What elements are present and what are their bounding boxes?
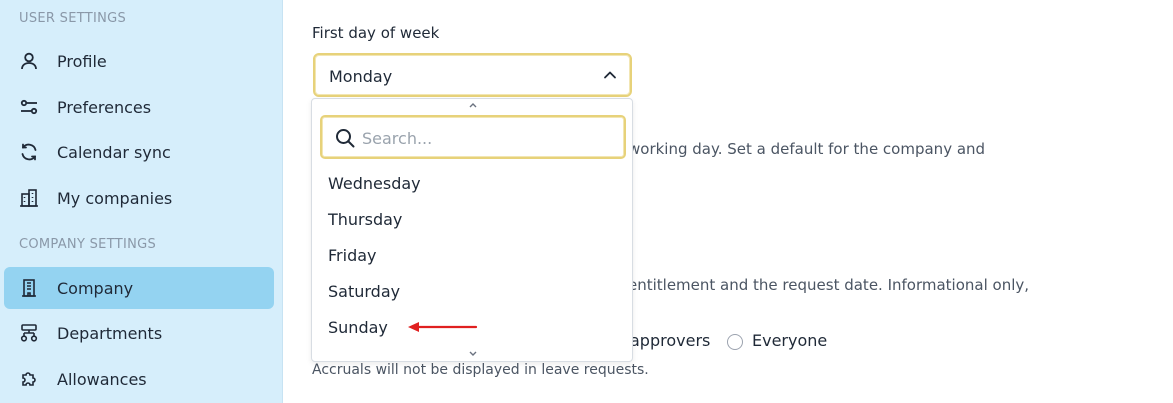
building-icon	[18, 277, 40, 299]
sidebar-item-allowances[interactable]: Allowances	[4, 358, 274, 400]
first-day-of-week-label: First day of week	[312, 24, 440, 42]
option-saturday[interactable]: Saturday	[328, 278, 618, 306]
sync-icon	[18, 141, 40, 163]
sliders-icon	[18, 96, 40, 118]
option-friday[interactable]: Friday	[328, 242, 618, 270]
sidebar-item-preferences[interactable]: Preferences	[4, 86, 274, 128]
entitlement-description: entitlement and the request date. Inform…	[628, 276, 1030, 294]
radio-approvers-label[interactable]: approvers	[630, 331, 710, 350]
dropdown-search	[320, 115, 626, 159]
option-wednesday[interactable]: Wednesday	[328, 170, 618, 198]
annotation-arrow-icon	[408, 322, 478, 332]
sidebar: USER SETTINGS Profile Preferences Calend…	[0, 0, 283, 403]
chevron-up-icon	[604, 71, 616, 79]
sidebar-item-label: Preferences	[57, 97, 152, 117]
sidebar-item-company[interactable]: Company	[4, 267, 274, 309]
sidebar-item-departments[interactable]: Departments	[4, 312, 274, 354]
selected-value: Monday	[329, 67, 393, 86]
working-day-description: working day. Set a default for the compa…	[628, 140, 986, 158]
sidebar-item-label: Departments	[57, 323, 163, 343]
user-settings-section-label: USER SETTINGS	[19, 11, 127, 26]
scroll-up-icon[interactable]	[466, 101, 480, 109]
sidebar-item-label: My companies	[57, 188, 173, 208]
radio-everyone-label[interactable]: Everyone	[752, 331, 827, 350]
sidebar-item-my-companies[interactable]: My companies	[4, 177, 274, 219]
sidebar-item-label: Allowances	[57, 369, 147, 389]
search-input[interactable]	[362, 125, 612, 151]
user-icon	[18, 50, 40, 72]
hierarchy-icon	[18, 322, 40, 344]
buildings-icon	[18, 187, 40, 209]
sidebar-item-label: Company	[57, 278, 134, 298]
search-icon	[336, 129, 355, 148]
radio-everyone[interactable]	[727, 334, 743, 350]
puzzle-icon	[18, 368, 40, 390]
first-day-of-week-select[interactable]: Monday	[313, 53, 632, 97]
sidebar-item-profile[interactable]: Profile	[4, 40, 274, 82]
sidebar-item-calendar-sync[interactable]: Calendar sync	[4, 131, 274, 173]
scroll-down-icon[interactable]	[466, 350, 480, 358]
company-settings-section-label: COMPANY SETTINGS	[19, 237, 157, 252]
sidebar-item-label: Profile	[57, 51, 107, 71]
option-thursday[interactable]: Thursday	[328, 206, 618, 234]
accruals-note: Accruals will not be displayed in leave …	[312, 362, 649, 378]
sidebar-item-label: Calendar sync	[57, 142, 171, 162]
